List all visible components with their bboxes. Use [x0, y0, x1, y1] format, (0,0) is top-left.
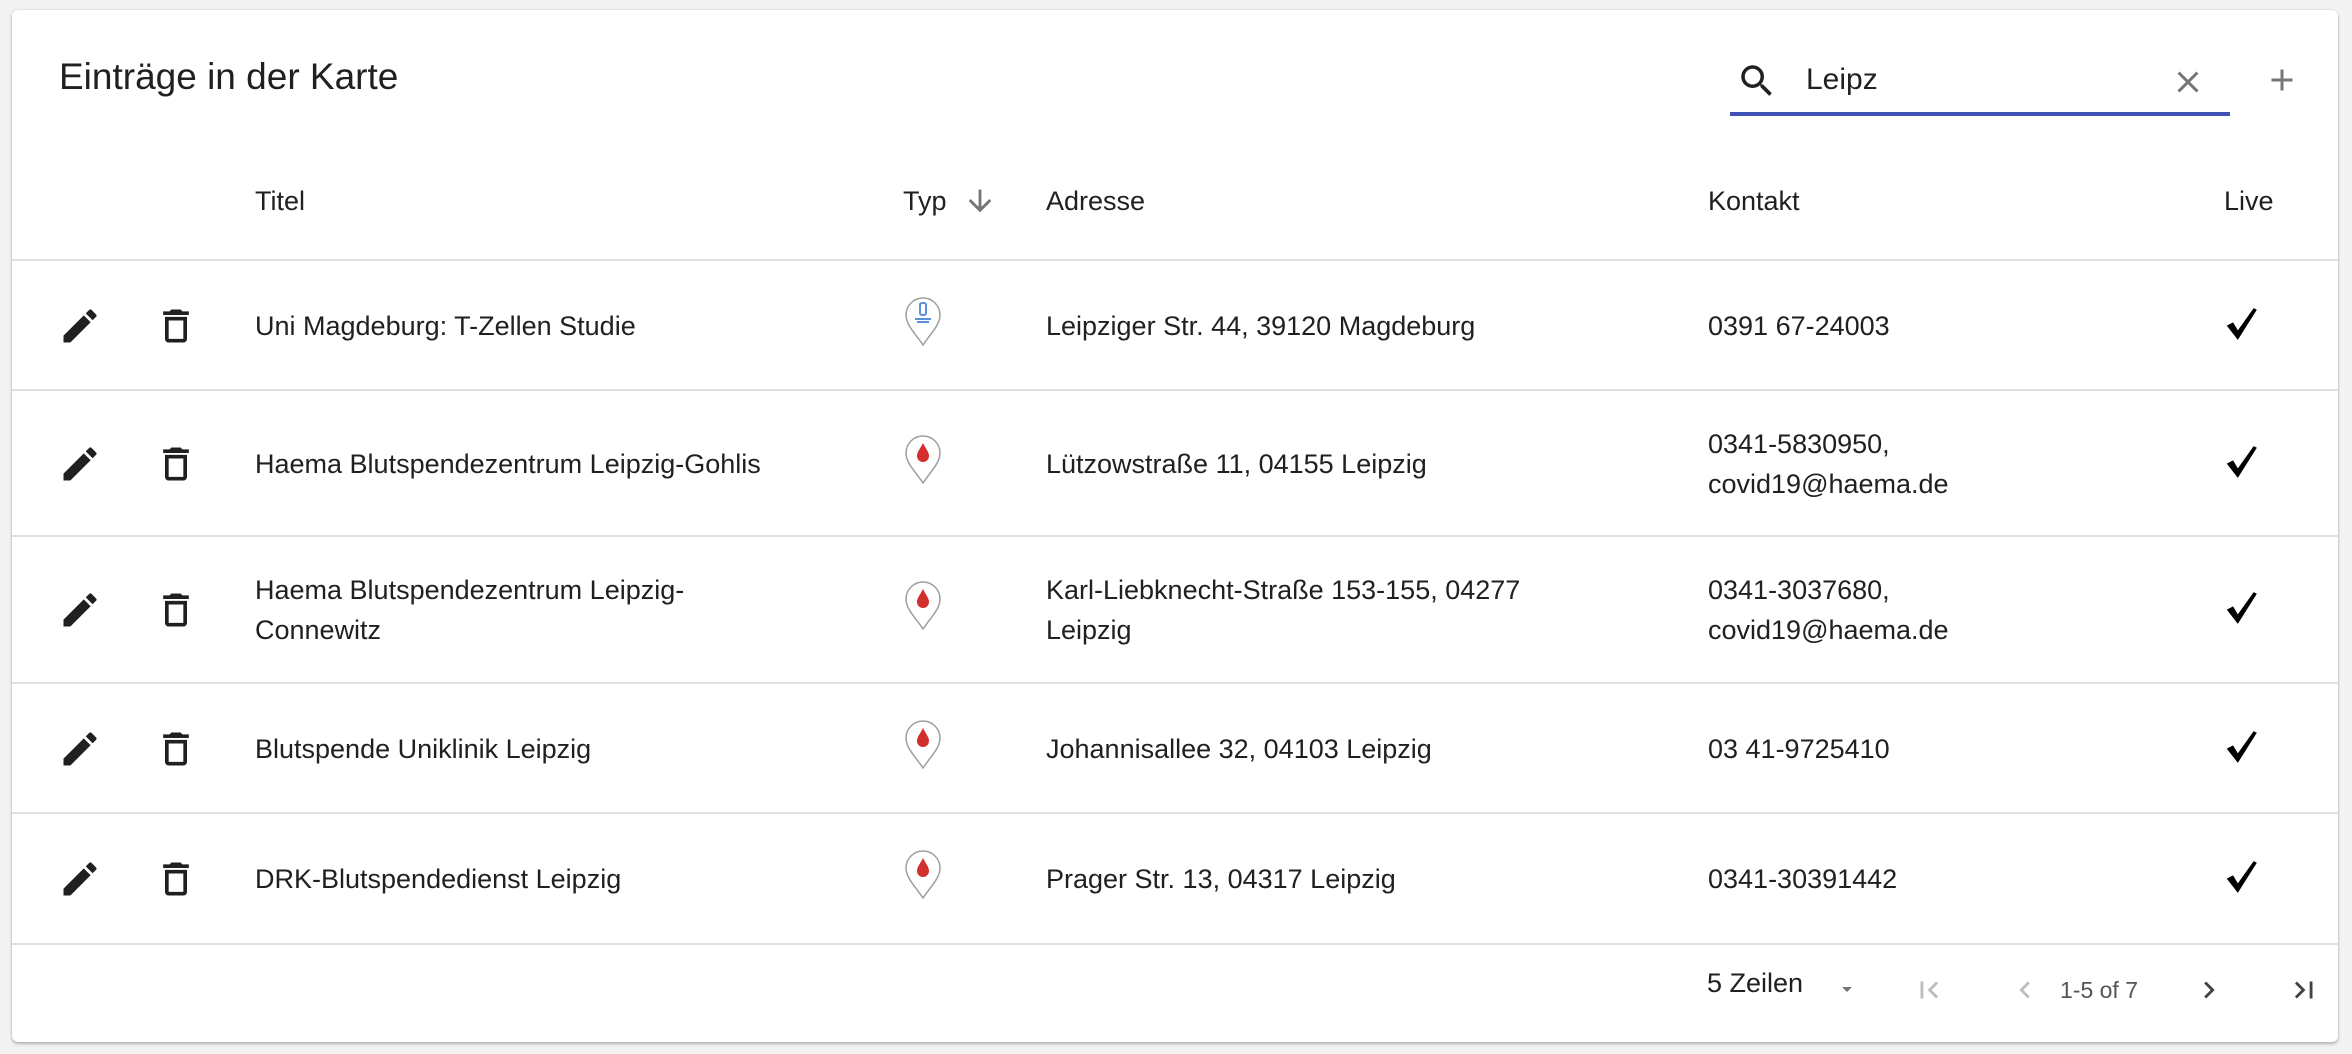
- row-address: Prager Str. 13, 04317 Leipzig: [1046, 864, 1396, 894]
- delete-icon[interactable]: [154, 442, 198, 486]
- live-check-icon: [2226, 731, 2257, 763]
- table-header-row: Titel Typ Adresse Kontakt Live: [12, 150, 2338, 261]
- row-address: Karl-Liebknecht-Straße 153-155, 04277 Le…: [1046, 575, 1521, 645]
- edit-icon[interactable]: [58, 727, 102, 771]
- column-header-contact[interactable]: Kontakt: [1708, 181, 2128, 221]
- edit-icon[interactable]: [58, 588, 102, 632]
- edit-icon[interactable]: [58, 442, 102, 486]
- delete-icon[interactable]: [154, 857, 198, 901]
- pagination-footer: 5 Zeilen 1-5 of 7: [12, 935, 2338, 1042]
- next-page-icon[interactable]: [2192, 973, 2226, 1007]
- add-entry-icon[interactable]: [2264, 62, 2300, 98]
- column-header-address[interactable]: Adresse: [1046, 181, 1646, 221]
- row-title: DRK-Blutspendedienst Leipzig: [255, 864, 622, 894]
- live-check-icon: [2226, 861, 2257, 893]
- live-check-icon: [2226, 446, 2257, 478]
- row-address: Lützowstraße 11, 04155 Leipzig: [1046, 449, 1427, 479]
- previous-page-icon[interactable]: [2008, 973, 2042, 1007]
- table-row: DRK-Blutspendedienst Leipzig Prager Str.…: [12, 814, 2338, 945]
- row-contact: 0391 67-24003: [1708, 311, 1890, 341]
- table-row: Blutspende Uniklinik Leipzig Johannisall…: [12, 684, 2338, 814]
- last-page-icon[interactable]: [2287, 973, 2321, 1007]
- live-check-icon: [2226, 592, 2257, 624]
- row-contact: 0341-5830950, covid19@haema.de: [1708, 429, 1949, 499]
- blood-drop-marker-icon: [905, 581, 941, 631]
- entries-card: Einträge in der Karte Titel Typ Adresse …: [12, 10, 2338, 1042]
- search-icon: [1741, 65, 1772, 96]
- blood-drop-marker-icon: [905, 850, 941, 900]
- column-header-title[interactable]: Titel: [255, 181, 855, 221]
- rows-per-page-select[interactable]: 5 Zeilen: [1707, 968, 1803, 999]
- delete-icon[interactable]: [154, 304, 198, 348]
- search-input[interactable]: [1806, 58, 2136, 102]
- row-contact: 0341-30391442: [1708, 864, 1898, 894]
- clear-search-icon[interactable]: [2170, 64, 2206, 100]
- row-title: Haema Blutspendezentrum Leipzig-Gohlis: [255, 449, 761, 479]
- row-title: Blutspende Uniklinik Leipzig: [255, 734, 592, 764]
- search-field[interactable]: [1730, 50, 2230, 116]
- delete-icon[interactable]: [154, 588, 198, 632]
- row-contact: 0341-3037680, covid19@haema.de: [1708, 575, 1949, 645]
- study-marker-icon: [905, 297, 941, 347]
- blood-drop-marker-icon: [905, 720, 941, 770]
- row-title: Uni Magdeburg: T-Zellen Studie: [255, 311, 636, 341]
- row-address: Leipziger Str. 44, 39120 Magdeburg: [1046, 311, 1476, 341]
- row-title: Haema Blutspendezentrum Leipzig-Connewit…: [255, 575, 685, 645]
- table-row: Haema Blutspendezentrum Leipzig-Gohlis L…: [12, 391, 2338, 537]
- row-address: Johannisallee 32, 04103 Leipzig: [1046, 734, 1432, 764]
- page-title: Einträge in der Karte: [59, 56, 399, 97]
- column-header-live[interactable]: Live: [2224, 181, 2274, 221]
- column-header-type[interactable]: Typ: [903, 181, 947, 221]
- chevron-down-icon[interactable]: [1835, 977, 1859, 1001]
- live-check-icon: [2226, 308, 2257, 340]
- edit-icon[interactable]: [58, 857, 102, 901]
- page-range: 1-5 of 7: [2060, 977, 2138, 1003]
- table-row: Haema Blutspendezentrum Leipzig-Connewit…: [12, 537, 2338, 684]
- table-row: Uni Magdeburg: T-Zellen Studie Leipziger…: [12, 261, 2338, 391]
- edit-icon[interactable]: [58, 304, 102, 348]
- row-contact: 03 41-9725410: [1708, 734, 1890, 764]
- blood-drop-marker-icon: [905, 435, 941, 485]
- delete-icon[interactable]: [154, 727, 198, 771]
- first-page-icon[interactable]: [1912, 973, 1946, 1007]
- sort-descending-icon[interactable]: [963, 184, 997, 218]
